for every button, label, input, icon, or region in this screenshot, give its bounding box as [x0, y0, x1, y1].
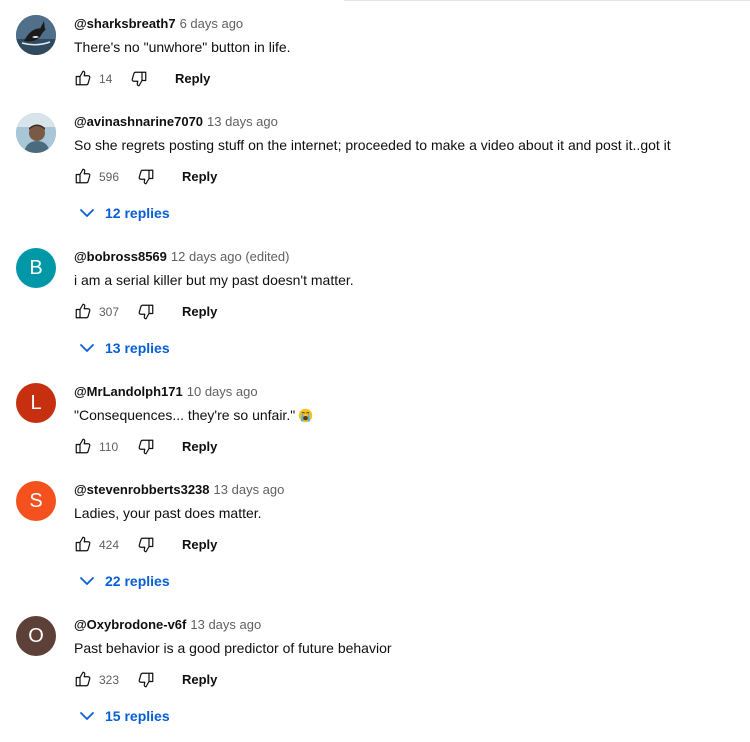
avatar[interactable] [16, 15, 56, 55]
comment-author[interactable]: @MrLandolph171 [74, 384, 183, 399]
avatar-letter: O [28, 625, 44, 647]
chevron-down-icon [80, 712, 94, 720]
like-count: 307 [99, 305, 120, 319]
thumbs-up-icon[interactable] [74, 670, 92, 688]
comment-time[interactable]: 13 days ago [190, 617, 261, 632]
comment-text: Past behavior is a good predictor of fut… [74, 640, 392, 656]
avatar-letter: B [29, 257, 43, 279]
comment-time[interactable]: 13 days ago [207, 114, 278, 129]
reply-button[interactable]: Reply [182, 304, 217, 320]
replies-count-label: 22 replies [105, 573, 170, 589]
avatar[interactable]: S [16, 481, 56, 521]
comment-time[interactable]: 10 days ago [187, 384, 258, 399]
comment-header: @Oxybrodone-v6f 13 days ago [74, 616, 261, 634]
chevron-down-icon [80, 344, 94, 352]
comment-author[interactable]: @Oxybrodone-v6f [74, 617, 186, 632]
comment-author[interactable]: @avinashnarine7070 [74, 114, 203, 129]
avatar[interactable]: L [16, 383, 56, 423]
chevron-down-icon [80, 577, 94, 585]
like-count: 424 [99, 538, 120, 552]
avatar-letter: L [30, 392, 42, 414]
thumbs-up-icon[interactable] [74, 167, 92, 185]
thumbs-up-icon[interactable] [74, 535, 92, 553]
thumbs-up-icon[interactable] [74, 437, 92, 455]
like-count: 596 [99, 170, 120, 184]
comment-thread: S @stevenrobberts3238 13 days ago Ladies,… [0, 481, 750, 596]
comment-thread: @sharksbreath7 6 days ago There's no "unw… [0, 15, 750, 95]
thumbs-up-icon[interactable] [74, 302, 92, 320]
reply-button[interactable]: Reply [182, 439, 217, 455]
top-divider [344, 0, 750, 1]
comment-time[interactable]: 6 days ago [180, 16, 244, 31]
reply-button[interactable]: Reply [175, 71, 210, 87]
comment-thread: @avinashnarine7070 13 days ago So she reg… [0, 113, 750, 228]
person-photo-avatar [16, 113, 56, 153]
thumbs-down-icon[interactable] [137, 303, 155, 321]
avatar[interactable] [16, 113, 56, 153]
comment-thread: B @bobross8569 12 days ago (edited) i am … [0, 248, 750, 363]
replies-count-label: 15 replies [105, 708, 170, 724]
thumbs-down-icon[interactable] [137, 168, 155, 186]
thumbs-down-icon[interactable] [137, 536, 155, 554]
comment-header: @stevenrobberts3238 13 days ago [74, 481, 284, 499]
comment-text-content: "Consequences... they're so unfair." [74, 407, 296, 423]
loudly-crying-face-emoji [298, 408, 313, 423]
like-count: 110 [99, 440, 119, 454]
thumbs-up-icon[interactable] [74, 69, 92, 87]
comment-header: @avinashnarine7070 13 days ago [74, 113, 278, 131]
orca-photo-avatar [16, 15, 56, 55]
avatar[interactable]: O [16, 616, 56, 656]
avatar-letter: S [29, 490, 43, 512]
comment-text: So she regrets posting stuff on the inte… [74, 137, 671, 153]
comment-author[interactable]: @sharksbreath7 [74, 16, 176, 31]
avatar[interactable]: B [16, 248, 56, 288]
comment-thread: O @Oxybrodone-v6f 13 days ago Past behavi… [0, 616, 750, 731]
replies-count-label: 12 replies [105, 205, 170, 221]
comment-text: i am a serial killer but my past doesn't… [74, 272, 354, 288]
comment-author[interactable]: @bobross8569 [74, 249, 167, 264]
thumbs-down-icon[interactable] [137, 671, 155, 689]
reply-button[interactable]: Reply [182, 169, 217, 185]
comment-text: There's no "unwhore" button in life. [74, 39, 291, 55]
reply-button[interactable]: Reply [182, 672, 217, 688]
comment-thread: L @MrLandolph171 10 days ago "Consequence… [0, 383, 750, 463]
reply-button[interactable]: Reply [182, 537, 217, 553]
chevron-down-icon [80, 209, 94, 217]
comment-author[interactable]: @stevenrobberts3238 [74, 482, 210, 497]
comment-header: @sharksbreath7 6 days ago [74, 15, 243, 33]
like-count: 323 [99, 673, 120, 687]
comment-header: @MrLandolph171 10 days ago [74, 383, 258, 401]
thumbs-down-icon[interactable] [130, 70, 148, 88]
comment-time[interactable]: 12 days ago (edited) [171, 249, 290, 264]
comment-header: @bobross8569 12 days ago (edited) [74, 248, 289, 266]
thumbs-down-icon[interactable] [137, 438, 155, 456]
comment-text: "Consequences... they're so unfair." [74, 405, 313, 425]
comment-text: Ladies, your past does matter. [74, 505, 262, 521]
like-count: 14 [99, 72, 113, 86]
comment-time[interactable]: 13 days ago [214, 482, 285, 497]
replies-count-label: 13 replies [105, 340, 170, 356]
